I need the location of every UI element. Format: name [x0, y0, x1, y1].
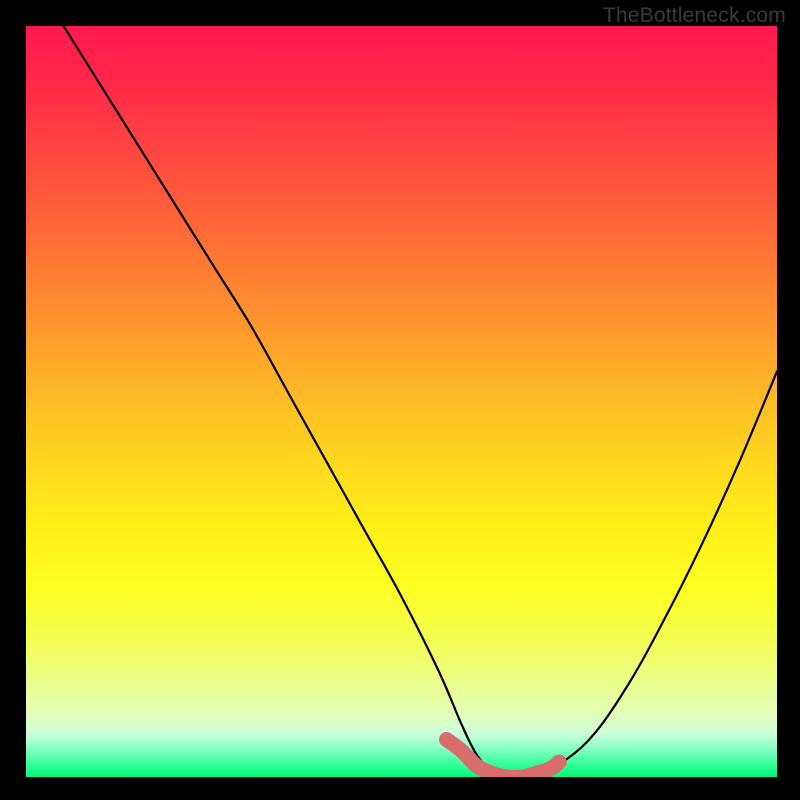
bottleneck-curve — [64, 26, 777, 777]
chart-svg — [26, 26, 777, 777]
chart-plot-area — [26, 26, 777, 777]
watermark-text: TheBottleneck.com — [603, 4, 786, 28]
optimal-highlight — [447, 739, 560, 777]
